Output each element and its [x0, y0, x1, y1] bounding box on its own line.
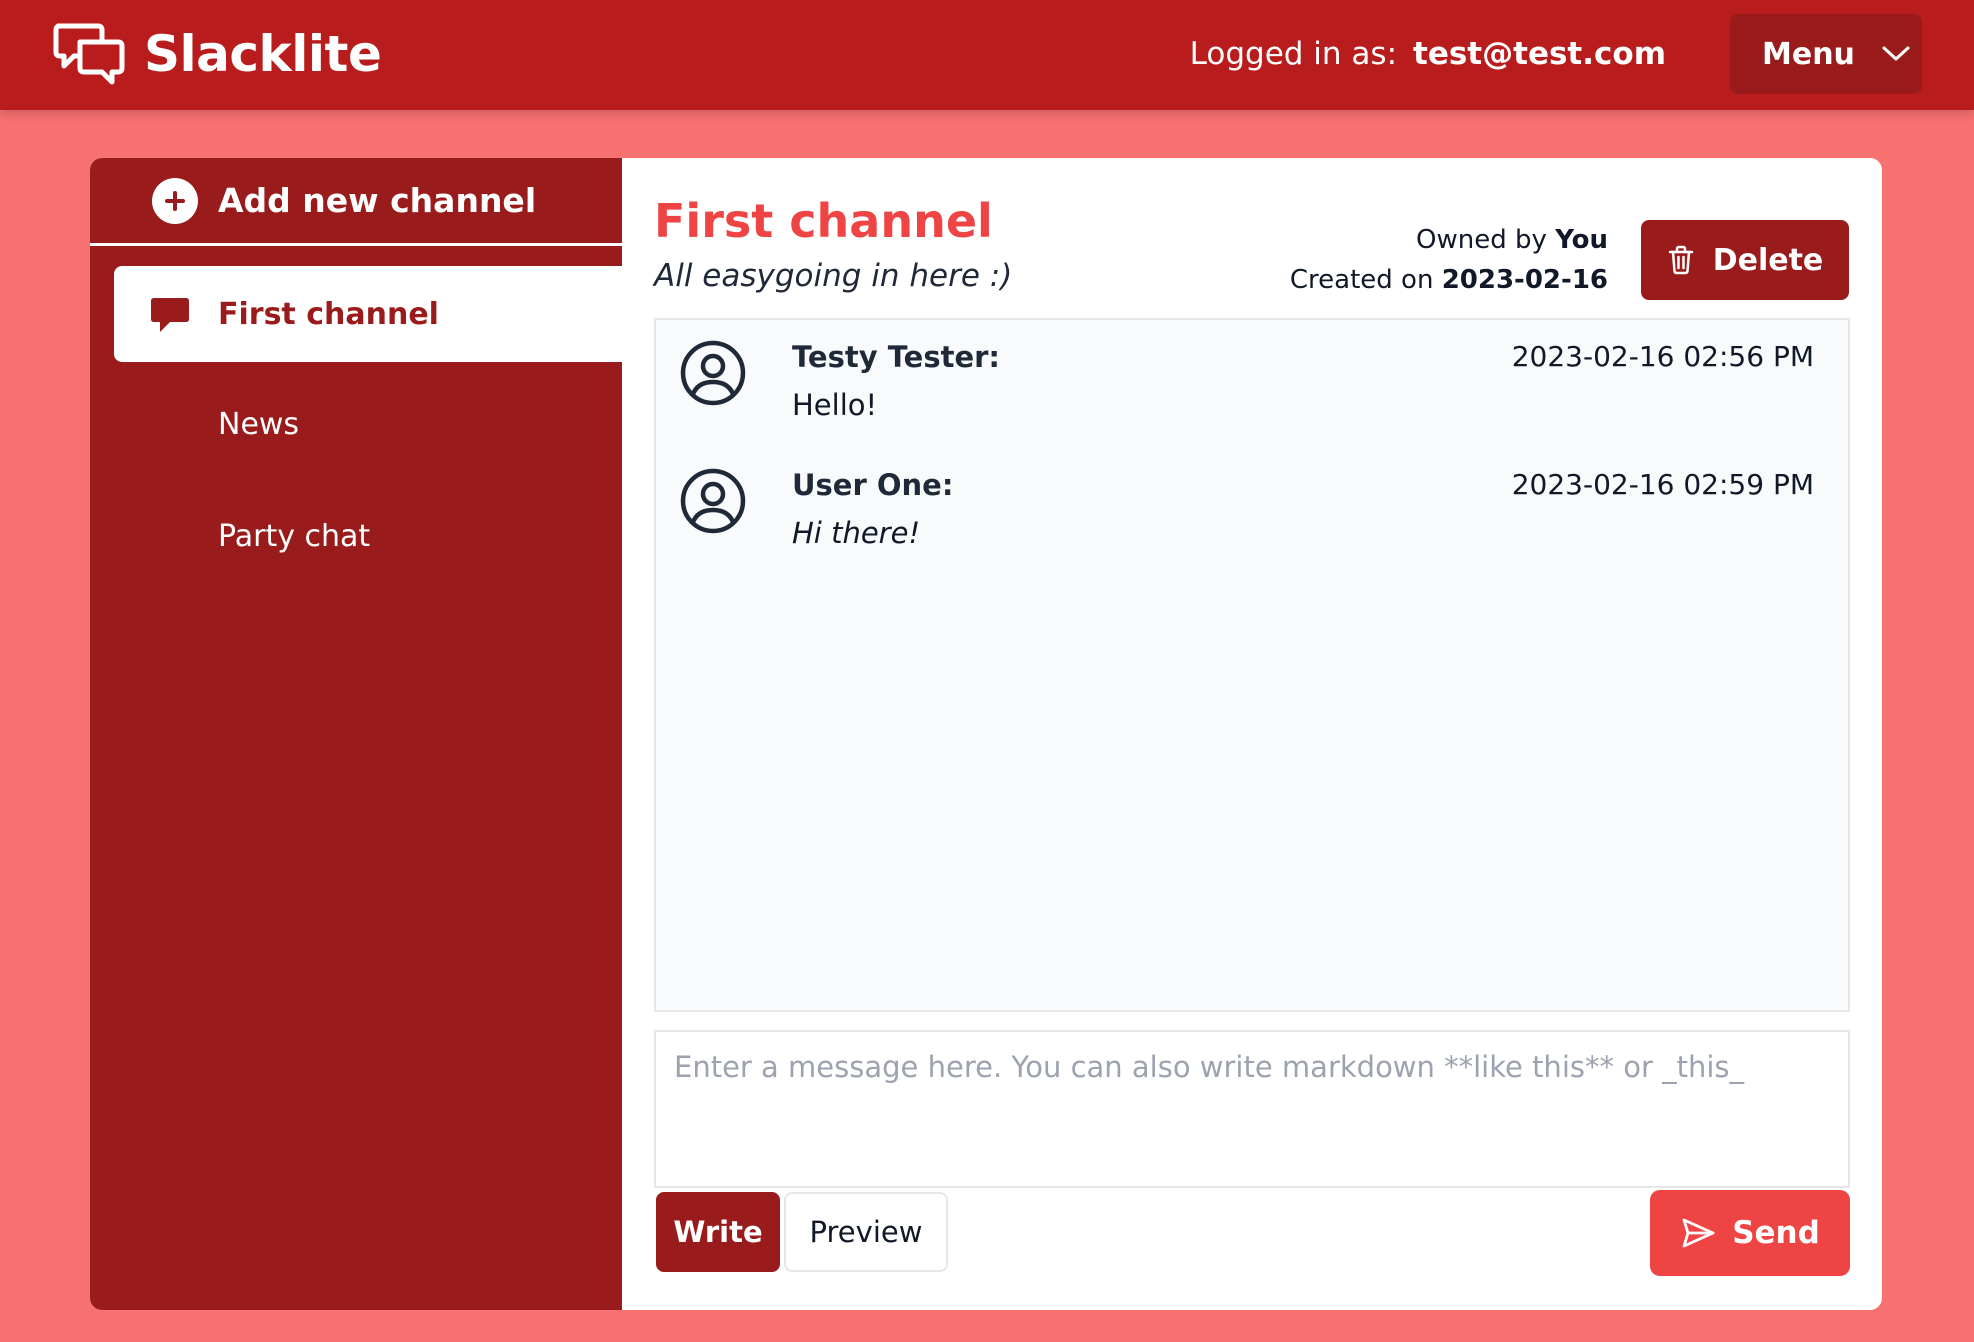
sidebar-item-label: Party chat: [218, 518, 371, 554]
message-item: User One: 2023-02-16 02:59 PM Hi there!: [680, 448, 1824, 558]
menu-button[interactable]: Menu: [1730, 14, 1922, 94]
user-email: test@test.com: [1413, 36, 1666, 72]
owner-name: You: [1555, 225, 1608, 255]
plus-circle-icon: [152, 177, 198, 224]
created-on-label: Created on: [1289, 265, 1434, 295]
message-author: Testy Tester:: [792, 340, 1001, 374]
logged-in-label: Logged in as:: [1189, 36, 1398, 72]
created-line: Created on 2023-02-16: [1290, 260, 1608, 300]
menu-button-label: Menu: [1762, 36, 1855, 72]
message-input[interactable]: [656, 1032, 1848, 1186]
channel-description: All easygoing in here :): [654, 258, 1013, 294]
chat-card: Add new channel First channel News Party…: [90, 158, 1882, 1310]
message-text: Hi there!: [792, 516, 921, 550]
sidebar-item-label: News: [218, 406, 300, 442]
tab-preview-label: Preview: [809, 1215, 923, 1249]
message-timestamp: 2023-02-16 02:56 PM: [1511, 340, 1814, 373]
message-text: Hello!: [792, 388, 878, 422]
sidebar-item-first-channel[interactable]: First channel: [114, 266, 622, 362]
sidebar-item-label: First channel: [218, 296, 439, 332]
sidebar: Add new channel First channel News Party…: [90, 158, 622, 1310]
app-logo[interactable]: Slacklite: [52, 18, 382, 90]
chat-bubbles-logo-icon: [53, 23, 125, 85]
message-timestamp: 2023-02-16 02:59 PM: [1511, 468, 1814, 501]
message-author: User One:: [792, 468, 954, 502]
send-icon: [1682, 1218, 1715, 1248]
login-info: Logged in as: test@test.com: [1190, 30, 1666, 78]
chevron-down-icon: [1882, 46, 1910, 61]
user-avatar-icon: [680, 340, 746, 406]
delete-channel-button[interactable]: Delete: [1641, 220, 1849, 300]
trash-icon: [1668, 245, 1693, 275]
add-channel-label: Add new channel: [218, 181, 537, 220]
sidebar-item-party-chat[interactable]: Party chat: [114, 488, 622, 584]
user-avatar-icon: [680, 468, 746, 534]
owner-line: Owned by You: [1290, 220, 1608, 260]
app-name: Slacklite: [144, 25, 382, 83]
app-header: Slacklite Logged in as: test@test.com Me…: [0, 0, 1974, 110]
chat-bubble-icon: [151, 298, 189, 332]
add-channel-button[interactable]: Add new channel: [90, 158, 622, 246]
message-composer: [654, 1030, 1850, 1188]
message-list[interactable]: Testy Tester: 2023-02-16 02:56 PM Hello!…: [654, 318, 1850, 1012]
delete-button-label: Delete: [1712, 242, 1824, 278]
message-item: Testy Tester: 2023-02-16 02:56 PM Hello!: [680, 320, 1824, 430]
tab-preview[interactable]: Preview: [784, 1192, 948, 1272]
send-button[interactable]: Send: [1650, 1190, 1850, 1276]
sidebar-item-news[interactable]: News: [114, 376, 622, 472]
channel-panel: First channel All easygoing in here :) O…: [622, 158, 1882, 1310]
tab-write-label: Write: [673, 1215, 763, 1249]
owned-by-label: Owned by: [1416, 225, 1547, 255]
tab-write[interactable]: Write: [656, 1192, 780, 1272]
channel-title: First channel: [654, 194, 993, 248]
created-date: 2023-02-16: [1441, 265, 1608, 295]
channel-meta: Owned by You Created on 2023-02-16: [1290, 220, 1608, 300]
send-button-label: Send: [1732, 1215, 1820, 1251]
